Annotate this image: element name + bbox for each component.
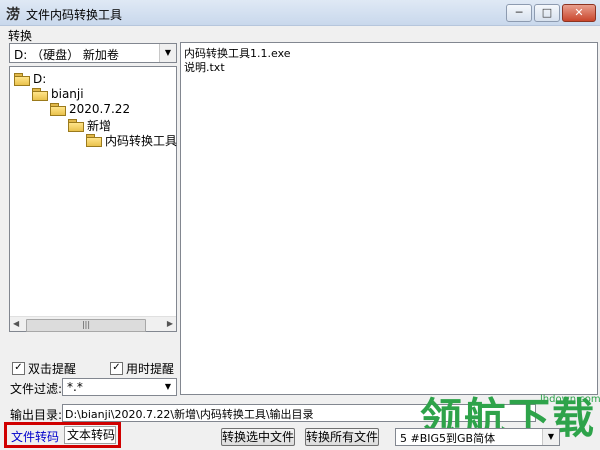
double-click-label: 双击提醒 xyxy=(28,362,77,376)
chevron-down-icon[interactable]: ▼ xyxy=(542,429,559,445)
tab-file-convert[interactable]: 文件转码 xyxy=(11,428,59,445)
scroll-thumb[interactable]: ||| xyxy=(26,319,146,332)
convert-all-button[interactable]: 转换所有文件 xyxy=(305,428,379,446)
tree-node-bianji[interactable]: bianji xyxy=(32,86,84,102)
convert-selected-button[interactable]: 转换选中文件 xyxy=(221,428,295,446)
realtime-remind-option[interactable]: ✓ 用时提醒 xyxy=(110,360,174,377)
tree-node-label: 2020.7.22 xyxy=(69,102,131,116)
tree-node-tool[interactable]: 内码转换工具 xyxy=(86,132,177,148)
output-dir-value: D:\bianji\2020.7.22\新增\内码转换工具\输出目录 xyxy=(65,408,314,421)
watermark-url: lhdown.com xyxy=(540,394,600,405)
window-title: 文件内码转换工具 xyxy=(26,8,123,22)
encoding-select[interactable]: 5 #BIG5到GB简体 ▼ xyxy=(395,428,560,446)
realtime-label: 用时提醒 xyxy=(126,362,175,376)
drive-select[interactable]: D: （硬盘） 新加卷 ▼ xyxy=(9,43,177,63)
scroll-right-icon[interactable]: ▶ xyxy=(167,319,173,328)
minimize-button[interactable]: ─ xyxy=(506,4,532,22)
tree-node-label: D: xyxy=(33,72,47,86)
file-item[interactable]: 说明.txt xyxy=(184,59,225,75)
tree-node-date[interactable]: 2020.7.22 xyxy=(50,101,130,117)
double-click-remind-option[interactable]: ✓ 双击提醒 xyxy=(12,360,76,377)
tree-horizontal-scrollbar[interactable]: ◀ ||| ▶ xyxy=(10,316,176,332)
encoding-value: 5 #BIG5到GB简体 xyxy=(400,432,496,445)
menu-bar xyxy=(0,26,600,42)
app-icon: 涝 xyxy=(6,7,20,23)
folder-open-icon xyxy=(50,103,66,116)
folder-open-icon xyxy=(14,73,30,86)
tree-node-label: 内码转换工具 xyxy=(105,133,178,148)
tab-text-convert[interactable]: 文本转码 xyxy=(64,426,116,444)
tree-node-label: bianji xyxy=(51,87,84,101)
file-list[interactable]: 内码转换工具1.1.exe 说明.txt xyxy=(180,42,598,395)
double-click-checkbox[interactable]: ✓ xyxy=(12,362,25,375)
folder-open-icon xyxy=(32,88,48,101)
chevron-down-icon[interactable]: ▼ xyxy=(160,379,176,395)
filter-select[interactable]: *.* ▼ xyxy=(62,378,177,396)
folder-tree[interactable]: D: bianji 2020.7.22 新增 内码转换工具 xyxy=(9,66,177,332)
chevron-down-icon[interactable]: ▼ xyxy=(159,44,176,62)
output-label: 输出目录: xyxy=(10,408,63,422)
tree-node-drive[interactable]: D: xyxy=(14,71,46,87)
folder-open-icon xyxy=(86,134,102,147)
realtime-checkbox[interactable]: ✓ xyxy=(110,362,123,375)
scroll-left-icon[interactable]: ◀ xyxy=(13,319,19,328)
close-button[interactable]: ✕ xyxy=(562,4,596,22)
drive-select-value: D: （硬盘） 新加卷 xyxy=(14,48,119,62)
maximize-button[interactable]: □ xyxy=(534,4,560,22)
folder-open-icon xyxy=(68,119,84,132)
menu-convert[interactable]: 转换 xyxy=(8,27,32,44)
filter-value: *.* xyxy=(67,380,83,394)
filter-label: 文件过滤: xyxy=(10,382,63,396)
